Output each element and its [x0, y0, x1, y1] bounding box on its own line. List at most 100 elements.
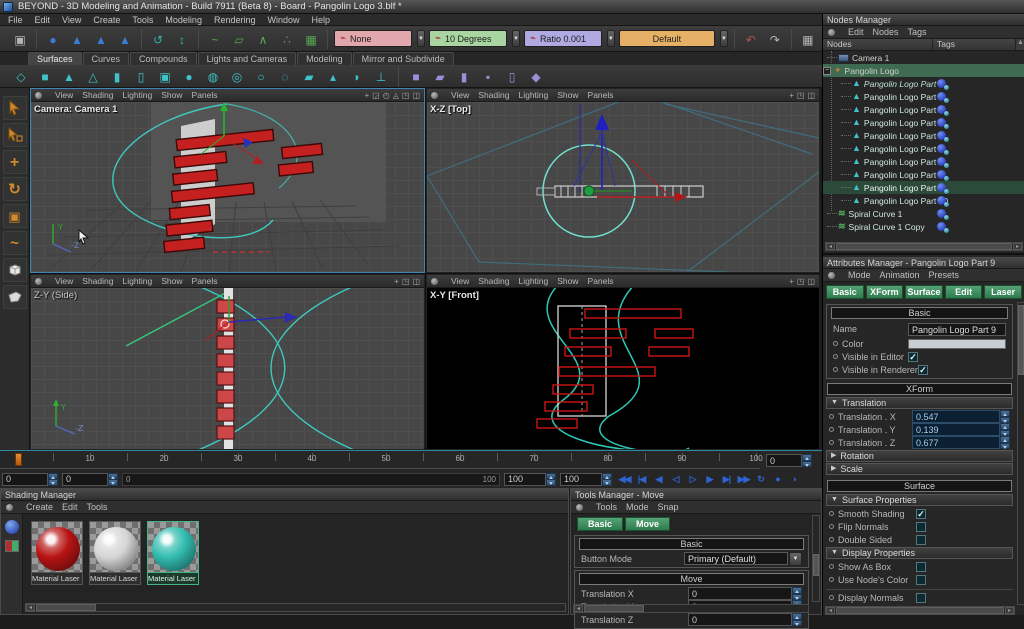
torus-shape-icon[interactable]: ◎ — [228, 68, 246, 86]
button-mode-arrow[interactable]: ▼ — [789, 552, 802, 566]
translation-y-field[interactable]: 0.139 — [912, 423, 1000, 436]
animatable-dot[interactable] — [829, 511, 834, 516]
menu-edit[interactable]: Edit — [35, 15, 51, 25]
sphere-shape-icon[interactable]: ● — [180, 68, 198, 86]
viewport-front-canvas[interactable] — [427, 288, 819, 449]
timeline-playhead[interactable] — [15, 453, 22, 466]
loop-end-spinner[interactable] — [602, 473, 612, 486]
attr-tab-basic[interactable]: Basic — [826, 285, 864, 299]
vp-menu-lighting[interactable]: Lighting — [122, 90, 152, 100]
name-input[interactable]: Pangolin Logo Part 9 — [908, 323, 1006, 336]
scroll-left-arrow[interactable]: ◂ — [574, 605, 583, 612]
vp-maximize-icon[interactable]: ◫ — [412, 91, 420, 100]
tab-mirror-subdivide[interactable]: Mirror and Subdivide — [353, 52, 454, 65]
tag-sphere-icon[interactable] — [937, 222, 946, 231]
shading-menu-create[interactable]: Create — [26, 502, 53, 512]
vp-menu-view[interactable]: View — [55, 90, 73, 100]
tree-node-group[interactable]: − ✦ Pangolin Logo — [823, 64, 1024, 77]
ext-star-icon[interactable]: ◆ — [527, 68, 545, 86]
viewport-side[interactable]: View Shading Lighting Show Panels + ◳ ◫ … — [30, 274, 425, 450]
select-rect-tool-icon[interactable] — [3, 123, 27, 147]
vp-maximize-icon[interactable]: ◫ — [807, 277, 815, 286]
tree-node-part[interactable]: ▲ Pangolin Logo Part 2 — [823, 90, 1024, 103]
attr-tab-edit[interactable]: Edit — [945, 285, 983, 299]
vp-dolly-icon[interactable]: ◴ — [383, 91, 390, 100]
vp-menu-shading[interactable]: Shading — [478, 90, 509, 100]
shading-menu-edit[interactable]: Edit — [62, 502, 78, 512]
tag-sphere-icon[interactable] — [937, 170, 946, 179]
redo-icon[interactable]: ↷ — [765, 29, 785, 49]
rotation-group-bar[interactable]: ▶ Rotation — [826, 450, 1013, 462]
ratio-dropdown[interactable]: ⌁ Ratio 0.001 — [524, 30, 602, 47]
display-properties-bar[interactable]: ▼ Display Properties — [826, 547, 1013, 559]
menu-create[interactable]: Create — [93, 15, 120, 25]
tag-sphere-icon[interactable] — [937, 144, 946, 153]
tools-vscrollbar[interactable] — [812, 515, 820, 602]
tree-node-spiral[interactable]: ≋ Spiral Curve 1 — [823, 207, 1024, 220]
use-node-color-checkbox[interactable] — [916, 575, 926, 585]
scroll-left-arrow[interactable]: ◂ — [826, 607, 835, 614]
attributes-manager-title[interactable]: Attributes Manager - Pangolin Logo Part … — [823, 257, 1024, 269]
vp-frame-icon[interactable]: ◳ — [797, 91, 805, 100]
tools-menu-tools[interactable]: Tools — [596, 502, 617, 512]
visible-editor-checkbox[interactable] — [908, 352, 918, 362]
vp-zoom-icon[interactable]: ◳ — [402, 91, 410, 100]
viewport-camera[interactable]: View Shading Lighting Show Panels + ◲ ◴ … — [30, 88, 425, 273]
geosphere-shape-icon[interactable]: ◍ — [204, 68, 222, 86]
next-key-button[interactable]: ▶| — [718, 473, 735, 486]
tee-shape-icon[interactable]: ⊥ — [372, 68, 390, 86]
curve-loop-icon[interactable]: ↺ — [148, 29, 168, 49]
tag-sphere-icon[interactable] — [937, 157, 946, 166]
material-swatch[interactable]: Material Laser 2 — [89, 521, 141, 585]
teapot-shape-icon[interactable]: ◗ — [348, 68, 366, 86]
cylinder-shape-icon[interactable]: ▮ — [108, 68, 126, 86]
display-normals-checkbox[interactable] — [916, 593, 926, 603]
menu-modeling[interactable]: Modeling — [165, 15, 202, 25]
tree-node-camera[interactable]: Camera 1 — [823, 51, 1024, 64]
scroll-thumb[interactable] — [836, 607, 1004, 614]
viewport-mode-icon[interactable] — [431, 278, 438, 285]
step-back-button[interactable]: ◀ — [650, 473, 667, 486]
animatable-dot[interactable] — [833, 367, 838, 372]
menu-file[interactable]: File — [8, 15, 23, 25]
checker-icon[interactable]: ▦ — [301, 29, 321, 49]
peak-deform-icon[interactable]: ∧ — [253, 29, 273, 49]
tree-node-part[interactable]: ▲ Pangolin Logo Part 4 — [823, 116, 1024, 129]
tag-sphere-icon[interactable] — [937, 183, 946, 192]
viewport-camera-canvas[interactable]: Y -Z — [31, 102, 424, 272]
scroll-thumb[interactable] — [836, 243, 1012, 250]
tags-column-header[interactable]: Tags — [933, 39, 1015, 50]
vp-orbit-icon[interactable]: ◲ — [372, 91, 380, 100]
nodes-menu-nodes[interactable]: Nodes — [873, 27, 899, 37]
rotate-tool-icon[interactable]: ↻ — [3, 177, 27, 201]
vp-menu-panels[interactable]: Panels — [588, 276, 614, 286]
vp-menu-view[interactable]: View — [55, 276, 73, 286]
tree-node-part[interactable]: ▲ Pangolin Logo Part 8 — [823, 168, 1024, 181]
panel-mode-icon[interactable] — [828, 29, 835, 36]
select-tool-icon[interactable] — [3, 96, 27, 120]
vp-menu-panels[interactable]: Panels — [588, 90, 614, 100]
tools-hscrollbar[interactable]: ◂ — [573, 604, 809, 613]
shading-manager-title[interactable]: Shading Manager — [1, 489, 568, 501]
chamfer-shape-icon[interactable]: ▰ — [300, 68, 318, 86]
panel-mode-icon[interactable] — [828, 272, 835, 279]
vp-frame-icon[interactable]: ◳ — [402, 277, 410, 286]
play-forward-outline-button[interactable]: ▷ — [684, 473, 701, 486]
viewport-top[interactable]: View Shading Lighting Show Panels + ◳ ◫ … — [426, 88, 820, 273]
attr-tab-xform[interactable]: XForm — [866, 285, 904, 299]
translation-x-spinner[interactable] — [792, 587, 802, 600]
double-sided-checkbox[interactable] — [916, 535, 926, 545]
frame-spin-arrows[interactable] — [802, 454, 812, 467]
cone-shape-icon[interactable]: △ — [84, 68, 102, 86]
tube-shape-icon[interactable]: ▯ — [132, 68, 150, 86]
attr-tab-laser[interactable]: Laser — [984, 285, 1022, 299]
animatable-dot[interactable] — [829, 440, 834, 445]
menu-rendering[interactable]: Rendering — [214, 15, 256, 25]
animatable-dot[interactable] — [829, 524, 834, 529]
disc-shape-icon[interactable]: ○ — [252, 68, 270, 86]
visible-renderer-checkbox[interactable] — [918, 365, 928, 375]
capsule-shape-icon[interactable]: ▣ — [156, 68, 174, 86]
vp-menu-shading[interactable]: Shading — [478, 276, 509, 286]
tools-tab-basic[interactable]: Basic — [577, 517, 623, 531]
tree-node-part[interactable]: ▲ Pangolin Logo Part 1 — [823, 77, 1024, 90]
